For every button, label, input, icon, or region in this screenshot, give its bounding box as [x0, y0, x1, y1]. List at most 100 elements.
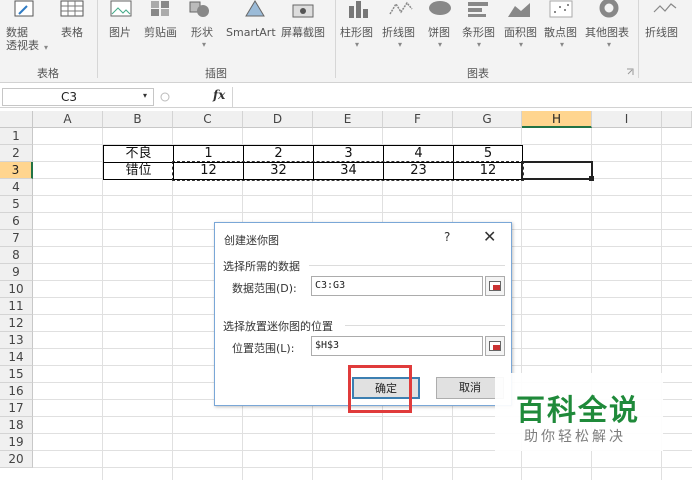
scatter-chart-button[interactable]: 散点图 [544, 26, 577, 39]
line-chart-icon[interactable] [388, 0, 414, 18]
row-header-19[interactable]: 19 [0, 434, 33, 451]
column-header-g[interactable]: G [453, 111, 522, 128]
row-header-14[interactable]: 14 [0, 349, 33, 366]
cell-g3[interactable]: 12 [453, 162, 523, 180]
cell-e2[interactable]: 3 [313, 145, 384, 163]
screenshot-icon[interactable] [290, 0, 316, 18]
row-header-1[interactable]: 1 [0, 128, 33, 145]
row-header-4[interactable]: 4 [0, 179, 33, 196]
formula-bar-expand-icon[interactable] [160, 92, 170, 102]
row-header-2[interactable]: 2 [0, 145, 33, 162]
bar-chart-button[interactable]: 条形图 [462, 26, 495, 39]
column-chart-icon[interactable] [345, 0, 371, 18]
area-chart-icon[interactable] [506, 0, 532, 18]
shapes-button[interactable]: 形状 [191, 26, 213, 39]
dialog-launcher-icon[interactable] [626, 68, 634, 76]
help-button[interactable]: ? [444, 230, 450, 244]
row-header-15[interactable]: 15 [0, 366, 33, 383]
screenshot-button[interactable]: 屏幕截图 [281, 26, 325, 39]
cell-d2[interactable]: 2 [243, 145, 314, 163]
clipart-button[interactable]: 剪贴画 [144, 26, 177, 39]
column-header-c[interactable]: C [173, 111, 243, 128]
close-icon[interactable]: ✕ [483, 227, 496, 246]
fill-handle[interactable] [589, 176, 594, 181]
row-header-9[interactable]: 9 [0, 264, 33, 281]
cancel-button[interactable]: 取消 [436, 377, 504, 399]
cell-e3[interactable]: 34 [313, 162, 384, 180]
smartart-icon[interactable] [242, 0, 268, 18]
pie-chart-button[interactable]: 饼图 [428, 26, 450, 39]
active-cell[interactable] [521, 161, 593, 180]
formula-input[interactable] [232, 87, 690, 107]
shapes-dropdown-icon[interactable]: ▾ [202, 40, 206, 49]
cell-b3[interactable]: 错位 [103, 162, 174, 180]
smartart-button[interactable]: SmartArt [226, 26, 276, 39]
row-header-5[interactable]: 5 [0, 196, 33, 213]
ribbon: 数据 透视表 表格 图片 剪贴画 形状 SmartArt 屏幕截图 柱形图 折线… [0, 0, 692, 83]
picture-icon[interactable] [109, 0, 133, 18]
name-box-dropdown-icon[interactable]: ▾ [143, 91, 147, 100]
pivot-table-button[interactable]: 数据 透视表 [6, 26, 44, 52]
cell-b2[interactable]: 不良 [103, 145, 174, 163]
other-dropdown-icon[interactable]: ▾ [607, 40, 611, 49]
column-header-d[interactable]: D [243, 111, 313, 128]
name-box[interactable]: C3 [2, 88, 154, 106]
cell-f3[interactable]: 23 [383, 162, 454, 180]
column-dropdown-icon[interactable]: ▾ [355, 40, 359, 49]
cell-g2[interactable]: 5 [453, 145, 523, 163]
bar-chart-icon[interactable] [466, 0, 492, 18]
select-all-corner[interactable] [0, 111, 33, 128]
column-header-b[interactable]: B [103, 111, 173, 128]
cell-f2[interactable]: 4 [383, 145, 454, 163]
cell-c3[interactable]: 12 [173, 162, 244, 180]
row-header-20[interactable]: 20 [0, 451, 33, 468]
picture-label: 图片 [109, 26, 131, 39]
data-range-label: 数据范围(D): [232, 282, 297, 295]
row-header-11[interactable]: 11 [0, 298, 33, 315]
scatter-dropdown-icon[interactable]: ▾ [560, 40, 564, 49]
column-chart-button[interactable]: 柱形图 [340, 26, 373, 39]
column-header-f[interactable]: F [383, 111, 453, 128]
line-chart-button[interactable]: 折线图 [382, 26, 415, 39]
row-header-10[interactable]: 10 [0, 281, 33, 298]
other-charts-button[interactable]: 其他图表 [585, 26, 629, 39]
location-range-input[interactable]: $H$3 [311, 336, 483, 356]
picture-button[interactable]: 图片 [109, 26, 131, 39]
table-icon[interactable] [60, 0, 86, 18]
column-header-e[interactable]: E [313, 111, 383, 128]
sparkline-line-icon[interactable] [652, 0, 678, 18]
data-range-collapse-button[interactable] [485, 276, 505, 296]
formula-bar: C3 ▾ fx [0, 86, 692, 108]
other-charts-icon[interactable] [596, 0, 622, 18]
cell-d3[interactable]: 32 [243, 162, 314, 180]
row-header-13[interactable]: 13 [0, 332, 33, 349]
cell-c2[interactable]: 1 [173, 145, 244, 163]
row-header-18[interactable]: 18 [0, 417, 33, 434]
column-header-h[interactable]: H [522, 111, 592, 128]
pie-dropdown-icon[interactable]: ▾ [438, 40, 442, 49]
table-button[interactable]: 表格 [61, 26, 83, 39]
clipart-icon[interactable] [148, 0, 172, 18]
pie-chart-icon[interactable] [427, 0, 453, 18]
area-chart-button[interactable]: 面积图 [504, 26, 537, 39]
row-header-12[interactable]: 12 [0, 315, 33, 332]
pivot-table-icon[interactable] [13, 0, 37, 18]
location-range-collapse-button[interactable] [485, 336, 505, 356]
data-range-input[interactable]: C3:G3 [311, 276, 483, 296]
insert-function-icon[interactable]: fx [213, 88, 225, 102]
column-header-a[interactable]: A [33, 111, 103, 128]
row-header-6[interactable]: 6 [0, 213, 33, 230]
shapes-icon[interactable] [187, 0, 211, 18]
row-header-16[interactable]: 16 [0, 383, 33, 400]
scatter-chart-icon[interactable] [548, 0, 574, 18]
row-header-8[interactable]: 8 [0, 247, 33, 264]
line-dropdown-icon[interactable]: ▾ [398, 40, 402, 49]
bar-dropdown-icon[interactable]: ▾ [477, 40, 481, 49]
row-header-7[interactable]: 7 [0, 230, 33, 247]
area-dropdown-icon[interactable]: ▾ [519, 40, 523, 49]
row-header-3[interactable]: 3 [0, 162, 33, 179]
sparkline-line-button[interactable]: 折线图 [645, 26, 678, 39]
column-header-i[interactable]: I [592, 111, 662, 128]
pivot-dropdown-icon[interactable]: ▾ [44, 43, 48, 52]
row-header-17[interactable]: 17 [0, 400, 33, 417]
